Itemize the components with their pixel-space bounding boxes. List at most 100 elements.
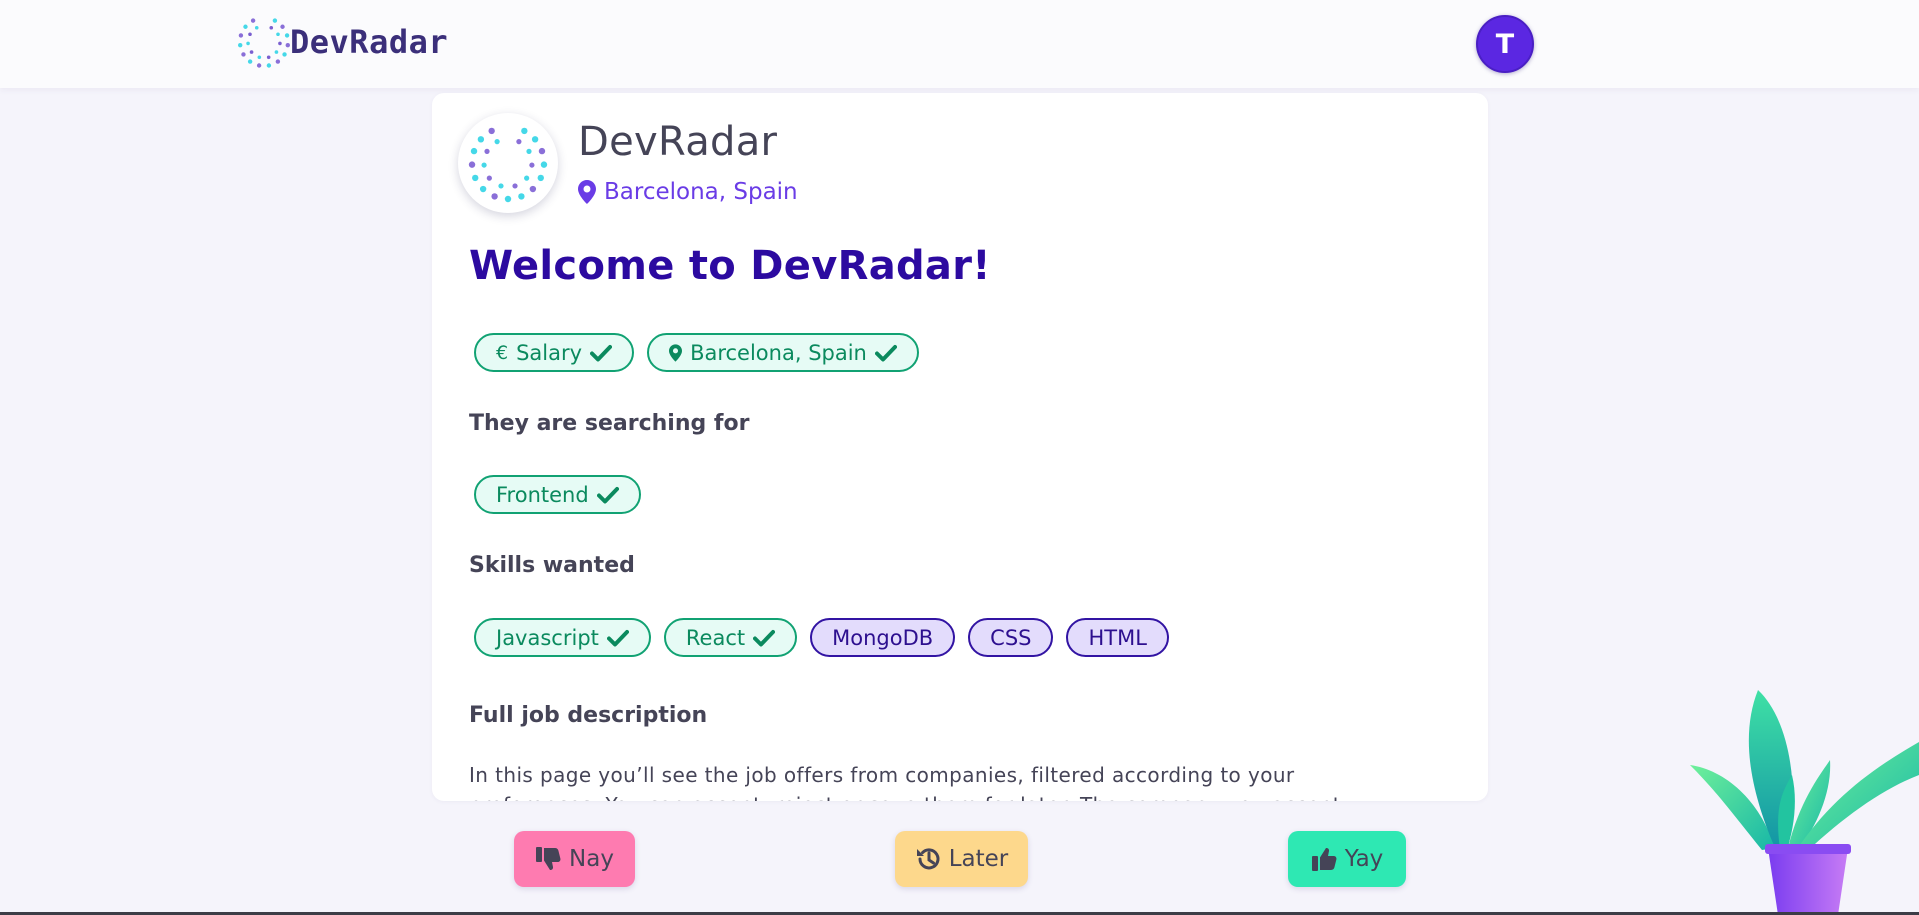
logo-dot (481, 162, 487, 168)
logo-dot (246, 41, 250, 46)
logo-dot (484, 148, 490, 154)
chip-label: Barcelona, Spain (690, 340, 867, 365)
logo-dot (280, 24, 285, 29)
logo-dot (488, 127, 495, 135)
logo-dot (238, 42, 243, 48)
logo-dot (243, 24, 248, 29)
brand-name: DevRadar (290, 23, 449, 61)
brand-logo-link[interactable]: DevRadar (236, 12, 448, 72)
job-description-text: In this page you’ll see the job offers f… (469, 763, 1341, 801)
logo-dot (494, 139, 500, 145)
searching-for-heading: They are searching for (469, 411, 750, 436)
company-location-text: Barcelona, Spain (604, 179, 798, 205)
logo-dot (526, 148, 532, 154)
logo-dot (274, 50, 279, 54)
chip-label: HTML (1088, 625, 1147, 650)
searching-chips: Frontend (474, 475, 641, 514)
logo-dot (498, 183, 504, 189)
chip-label: Frontend (496, 482, 589, 507)
skill-chip: CSS (968, 618, 1054, 657)
logo-dot (516, 139, 522, 145)
logo-dot (477, 136, 485, 143)
logo-dot (531, 136, 539, 143)
later-label: Later (948, 846, 1009, 872)
logo-dot (529, 185, 537, 193)
logo-dot (504, 195, 512, 203)
logo-dot (256, 63, 262, 68)
check-icon (874, 344, 897, 361)
map-pin-icon (578, 180, 596, 204)
role-chip: Frontend (474, 475, 641, 514)
skills-wanted-heading: Skills wanted (469, 553, 635, 578)
plant-illustration (1690, 690, 1919, 915)
location-chip: Barcelona, Spain (647, 333, 919, 372)
skill-chip: React (663, 618, 798, 657)
logo-dot (524, 175, 530, 181)
skills-chips: Javascript React MongoDB CSS HTML (474, 618, 1169, 657)
chip-label: MongoDB (832, 625, 934, 650)
logo-dot (238, 33, 244, 38)
radar-dots-logo-icon (468, 127, 548, 203)
logo-dot (254, 25, 259, 30)
logo-dot (241, 52, 246, 57)
thumbs-up-icon (1311, 848, 1337, 871)
logo-dot (249, 50, 254, 54)
yay-button[interactable]: Yay (1288, 831, 1406, 887)
logo-dot (486, 175, 492, 181)
logo-dot (282, 52, 287, 57)
summary-chips: € Salary Barcelona, Spain (474, 333, 919, 372)
radar-dots-logo-icon (238, 18, 290, 68)
logo-dot (479, 185, 487, 193)
chip-label: CSS (990, 625, 1032, 650)
check-icon (590, 344, 613, 361)
later-button[interactable]: Later (895, 831, 1028, 887)
logo-dot (266, 63, 272, 68)
user-avatar-button[interactable]: T (1476, 15, 1534, 73)
company-name: DevRadar (578, 119, 778, 165)
logo-dot (278, 41, 282, 46)
nay-button[interactable]: Nay (514, 831, 635, 887)
logo-dot (512, 183, 518, 189)
logo-dot (468, 161, 476, 168)
chip-label: Salary (516, 340, 583, 365)
company-logo (458, 113, 558, 213)
salary-chip: € Salary (474, 333, 635, 372)
logo-dot (491, 193, 498, 200)
logo-dot (538, 147, 546, 155)
logo-dot (518, 193, 525, 200)
logo-dot (284, 33, 290, 38)
logo-dot (472, 174, 479, 182)
skill-chip: HTML (1066, 618, 1169, 657)
logo-dot (269, 25, 274, 30)
logo-dot (266, 55, 271, 60)
check-icon (596, 486, 619, 503)
nay-label: Nay (569, 846, 614, 872)
job-description-heading: Full job description (469, 703, 708, 728)
logo-dot (470, 147, 478, 155)
yay-label: Yay (1344, 846, 1384, 872)
logo-dot (250, 18, 256, 23)
check-icon (606, 629, 629, 646)
check-icon (753, 629, 776, 646)
logo-dot (537, 174, 544, 182)
logo-dot (247, 59, 253, 64)
top-navbar: DevRadar T (0, 0, 1919, 88)
logo-dot (276, 32, 280, 37)
logo-dot (529, 162, 535, 168)
history-icon (916, 848, 940, 870)
logo-dot (521, 127, 528, 135)
avatar-initial: T (1495, 28, 1515, 60)
thumbs-down-icon (536, 847, 561, 870)
euro-icon: € (496, 341, 509, 364)
logo-dot (272, 18, 278, 23)
logo-dot (257, 55, 262, 60)
logo-dot (248, 32, 252, 37)
logo-dot (540, 161, 548, 168)
job-offer-card: DevRadar Barcelona, Spain Welcome to Dev… (432, 93, 1488, 801)
company-location: Barcelona, Spain (578, 179, 798, 205)
skill-chip: Javascript (474, 618, 651, 657)
chip-label: Javascript (496, 625, 599, 650)
logo-dot (275, 59, 281, 64)
skill-chip: MongoDB (810, 618, 956, 657)
map-pin-icon (669, 343, 683, 362)
